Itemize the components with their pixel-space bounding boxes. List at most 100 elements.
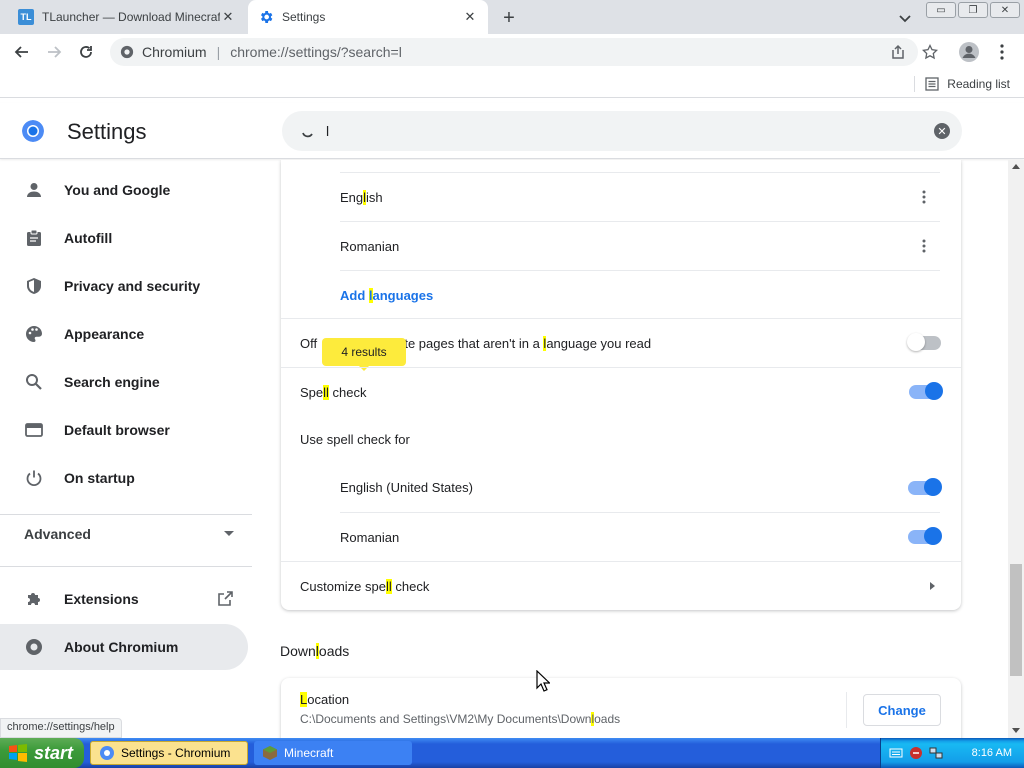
person-icon	[24, 180, 44, 200]
bookmark-star-button[interactable]	[918, 40, 942, 64]
clear-search-icon[interactable]: ✕	[934, 123, 950, 139]
palette-icon	[24, 324, 44, 344]
sidebar-item-label: On startup	[64, 470, 135, 486]
spell-check-label: Spell check	[300, 384, 367, 400]
customize-spell-check-label: Customize spell check	[300, 578, 430, 594]
sidebar-item-label: You and Google	[64, 182, 171, 198]
window-controls: ▭ ❐ ✕	[926, 2, 1020, 18]
sidebar-item-autofill[interactable]: Autofill	[0, 215, 248, 261]
start-button[interactable]: start	[0, 738, 84, 768]
address-bar[interactable]: Chromium | chrome://settings/?search=l	[110, 38, 918, 66]
tab-title: Settings	[282, 10, 326, 24]
divider	[0, 566, 252, 567]
network-icon[interactable]	[929, 746, 943, 760]
tab-title: TLauncher — Download Minecraft L	[42, 10, 220, 24]
reading-list-button[interactable]: Reading list	[914, 76, 1010, 92]
minimize-button[interactable]: ▭	[926, 2, 956, 18]
use-spell-check-for-label: Use spell check for	[300, 432, 410, 447]
tab-tlauncher[interactable]: TL TLauncher — Download Minecraft L ✕	[8, 0, 246, 34]
settings-search-input[interactable]: l ✕	[282, 111, 962, 151]
toggle-knob	[907, 333, 925, 351]
spell-check-row: Spell check	[281, 367, 961, 416]
sidebar-item-on-startup[interactable]: On startup	[0, 455, 248, 501]
customize-spell-check-row[interactable]: Customize spell check	[281, 561, 961, 610]
chevron-down-icon	[224, 531, 234, 536]
tlauncher-logo: TL	[18, 9, 34, 25]
system-tray: 8:16 AM	[880, 738, 1024, 768]
spell-check-toggle[interactable]	[909, 382, 943, 400]
browser-icon	[24, 420, 44, 440]
taskbar-item-label: Settings - Chromium	[121, 746, 231, 760]
clipboard-icon	[24, 228, 44, 248]
profile-button[interactable]	[957, 40, 981, 64]
forward-arrow-icon	[48, 46, 62, 58]
start-label: start	[34, 742, 74, 763]
tab-settings[interactable]: Settings ✕	[248, 0, 488, 34]
sidebar-item-privacy-and-security[interactable]: Privacy and security	[0, 263, 248, 309]
language-row: Romanian	[340, 221, 940, 270]
downloads-card: Location C:\Documents and Settings\VM2\M…	[281, 678, 961, 738]
open-in-new-icon	[218, 591, 233, 606]
taskbar-item-minecraft[interactable]: Minecraft	[254, 741, 412, 765]
spell-language-toggle[interactable]	[908, 527, 942, 545]
taskbar-item-chromium[interactable]: Settings - Chromium	[90, 741, 248, 765]
sidebar-item-about-chromium[interactable]: About Chromium	[0, 624, 248, 670]
chromium-site-icon	[120, 45, 134, 59]
kebab-menu-icon[interactable]	[916, 238, 932, 254]
kebab-menu-icon[interactable]	[916, 189, 932, 205]
close-window-button[interactable]: ✕	[990, 2, 1020, 18]
taskbar-clock: 8:16 AM	[971, 747, 1012, 759]
settings-header: Settings l ✕	[0, 103, 1024, 159]
chromium-icon	[100, 746, 114, 760]
offer-translate-toggle[interactable]	[907, 333, 941, 351]
language-label: English	[340, 189, 383, 205]
tab-close-icon[interactable]: ✕	[462, 9, 478, 25]
divider	[914, 76, 916, 92]
keyboard-icon[interactable]	[889, 746, 903, 760]
search-results-bubble: 4 results	[322, 338, 406, 371]
scroll-down-arrow-icon[interactable]	[1012, 728, 1020, 733]
settings-sidebar: You and Google Autofill Privacy and secu…	[0, 160, 260, 738]
status-bubble-url: chrome://settings/help	[0, 718, 122, 738]
forward-button[interactable]	[42, 40, 66, 64]
sidebar-item-appearance[interactable]: Appearance	[0, 311, 248, 357]
location-label: Location	[300, 692, 350, 707]
bookmarks-bar: Reading list	[0, 70, 1024, 98]
page-scrollbar[interactable]	[1008, 160, 1024, 738]
sidebar-item-label: Default browser	[64, 422, 170, 438]
page-title: Settings	[67, 119, 147, 144]
tab-search-chevron-icon[interactable]	[895, 8, 915, 28]
new-tab-button[interactable]: +	[498, 7, 520, 29]
sidebar-item-label: Search engine	[64, 374, 160, 390]
sidebar-advanced-toggle[interactable]: Advanced	[24, 526, 234, 542]
sidebar-item-you-and-google[interactable]: You and Google	[0, 167, 248, 213]
scroll-up-arrow-icon[interactable]	[1012, 164, 1020, 169]
chromium-icon	[24, 637, 44, 657]
location-path: C:\Documents and Settings\VM2\My Documen…	[300, 712, 621, 726]
security-shield-icon[interactable]	[909, 746, 923, 760]
windows-flag-icon	[9, 744, 27, 762]
site-chip: Chromium	[142, 44, 207, 60]
mouse-cursor-icon	[536, 670, 550, 692]
scroll-thumb[interactable]	[1010, 564, 1022, 676]
sidebar-item-search-engine[interactable]: Search engine	[0, 359, 248, 405]
reload-button[interactable]	[74, 40, 98, 64]
spell-language-toggle[interactable]	[908, 477, 942, 496]
sidebar-item-extensions[interactable]: Extensions	[0, 576, 248, 622]
taskbar-item-label: Minecraft	[284, 746, 334, 760]
add-languages-button[interactable]: Add languages	[340, 287, 433, 303]
url-text: chrome://settings/?search=l	[230, 44, 402, 60]
search-icon	[24, 372, 44, 392]
restore-button[interactable]: ❐	[958, 2, 988, 18]
sidebar-item-default-browser[interactable]: Default browser	[0, 407, 248, 453]
reading-list-icon	[925, 77, 939, 91]
tab-close-icon[interactable]: ✕	[220, 9, 236, 25]
back-button[interactable]	[10, 40, 34, 64]
add-languages-row: Add languages	[340, 270, 940, 319]
power-icon	[24, 468, 44, 488]
menu-button[interactable]	[990, 40, 1014, 64]
sidebar-item-label: Extensions	[64, 591, 139, 607]
change-location-button[interactable]: Change	[863, 694, 941, 726]
share-button[interactable]	[886, 40, 910, 64]
minecraft-block-icon	[263, 746, 277, 760]
